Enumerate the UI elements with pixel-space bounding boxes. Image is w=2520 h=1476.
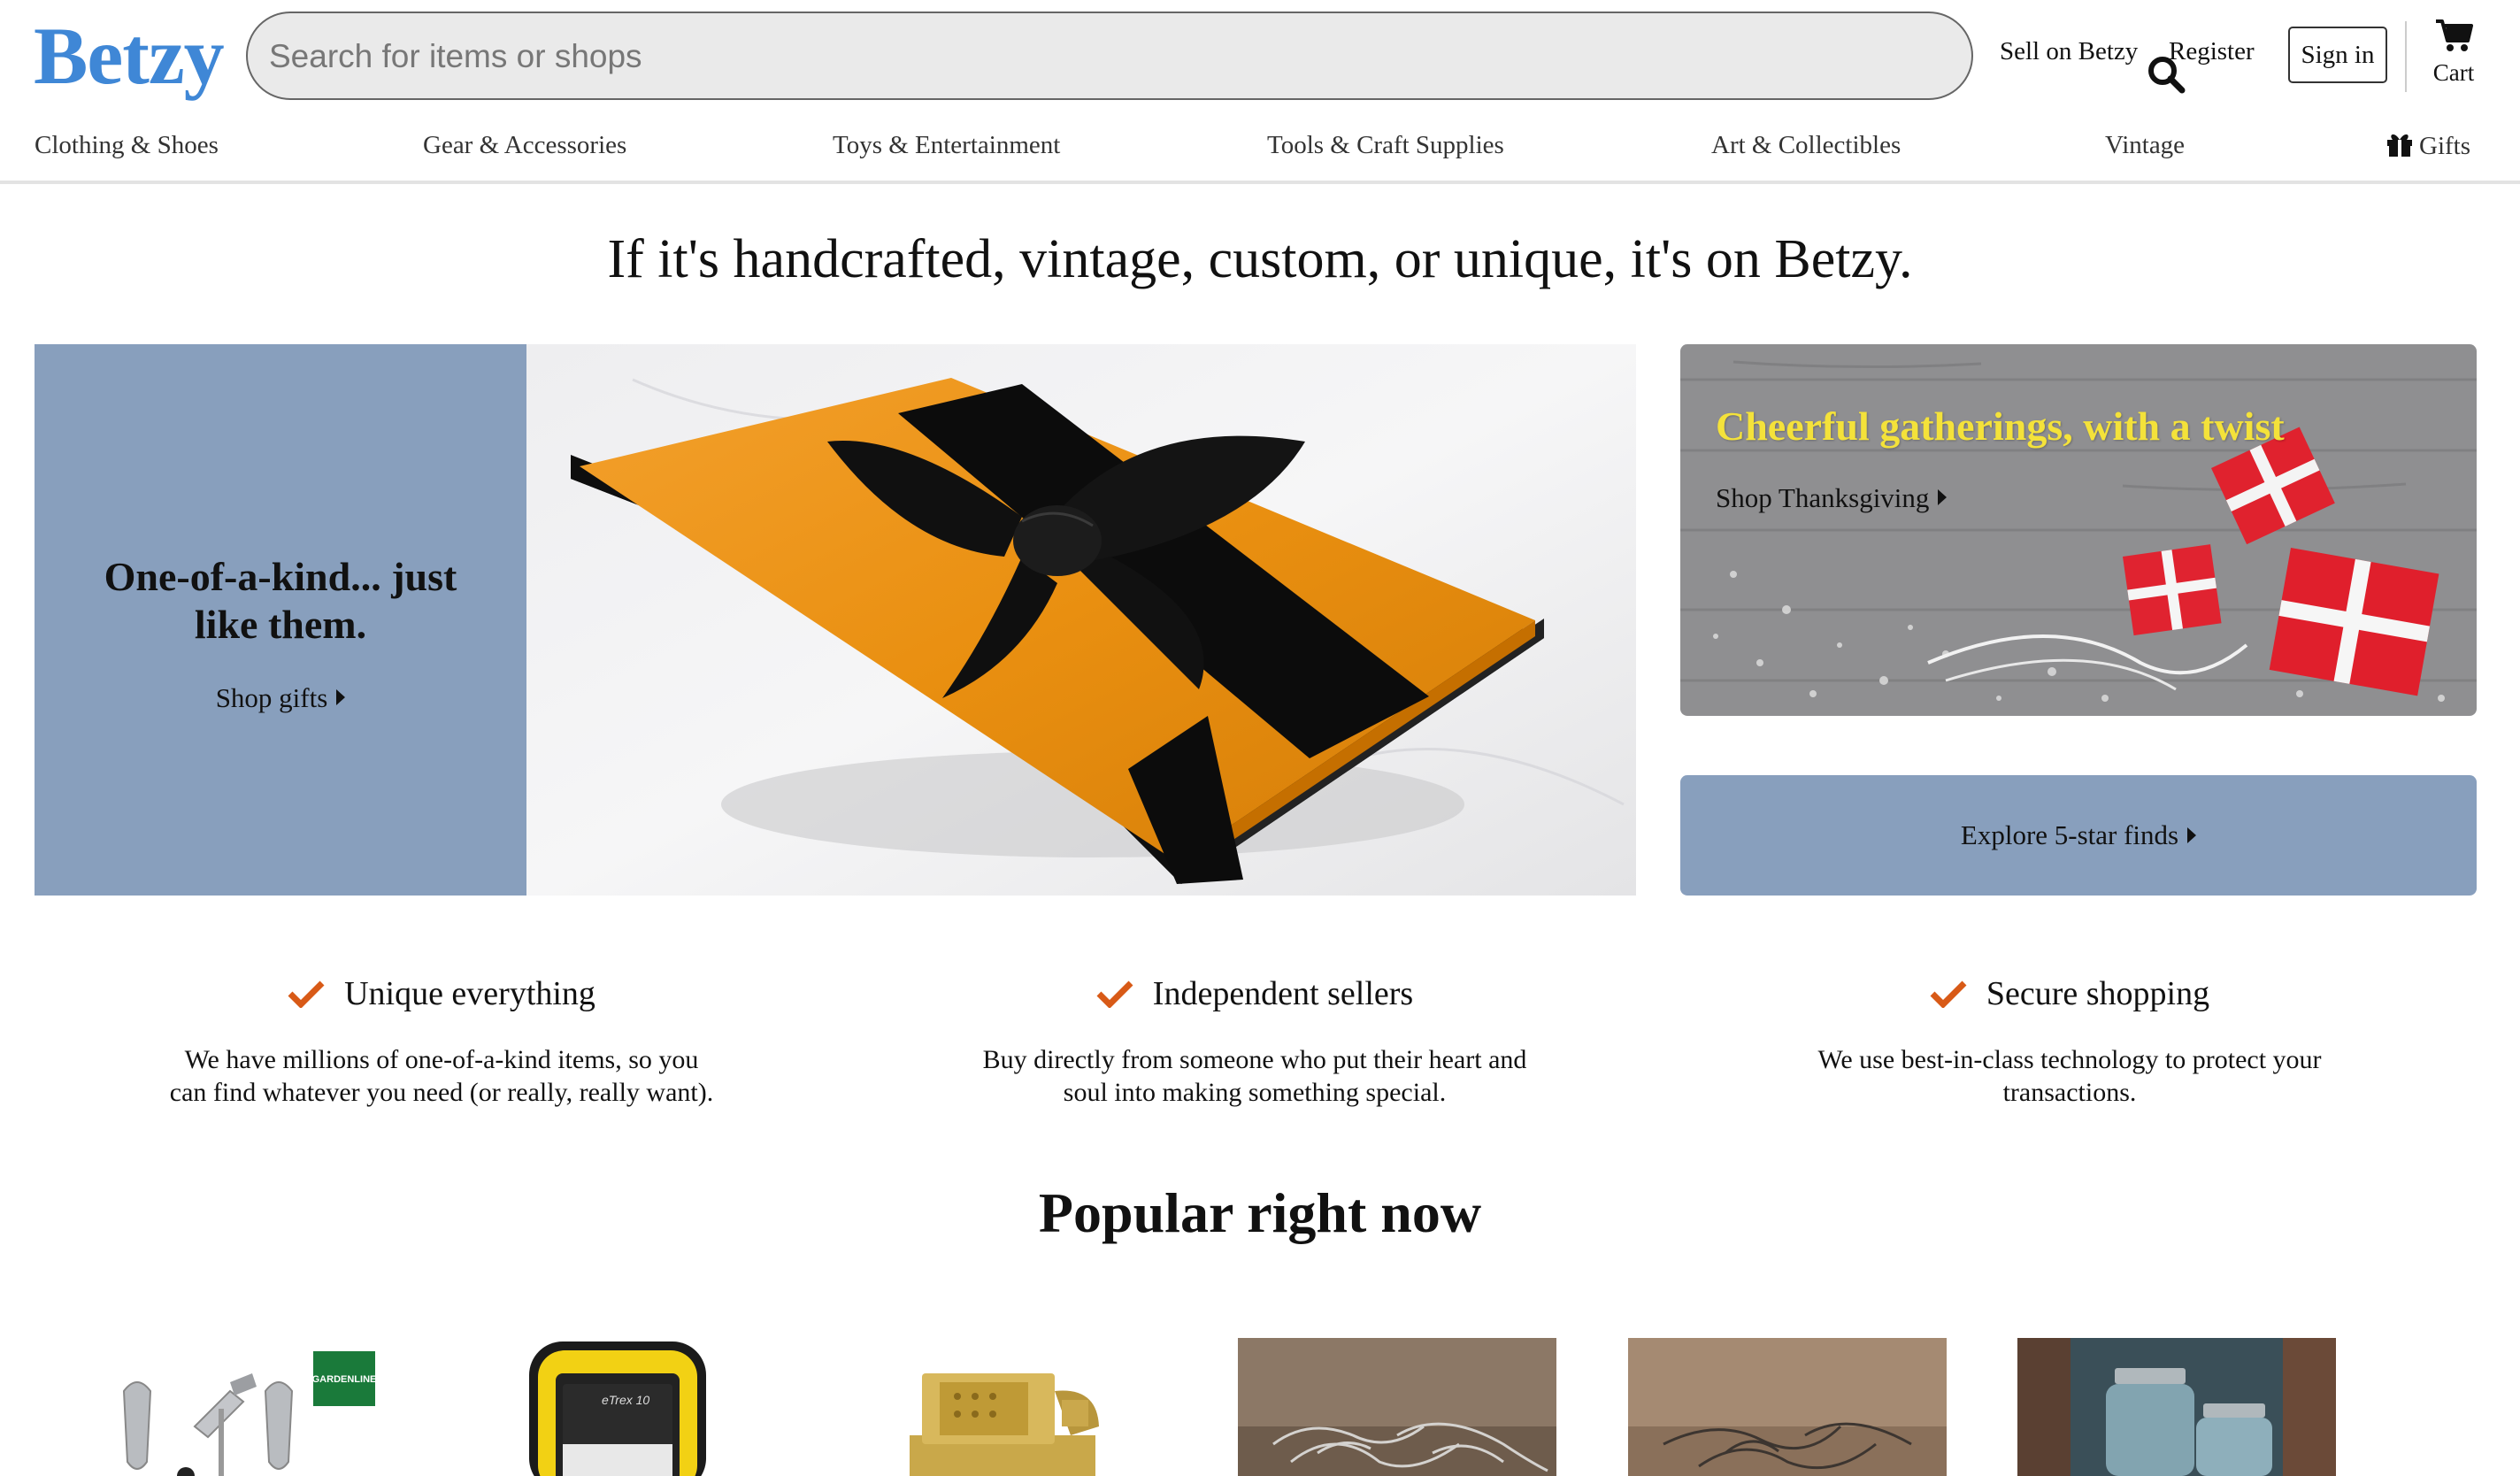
checkmark-icon xyxy=(1930,980,1967,1008)
shop-gifts-label: Shop gifts xyxy=(215,682,328,713)
thanksgiving-title: Cheerful gatherings, with a twist xyxy=(1716,404,2285,449)
category-art-collectibles[interactable]: Art & Collectibles xyxy=(1711,131,1901,160)
feature-title: Secure shopping xyxy=(1986,975,2210,1012)
checkmark-icon xyxy=(1096,980,1133,1008)
product-brass-lighter[interactable] xyxy=(858,1338,1177,1476)
logo[interactable]: Betzy xyxy=(34,9,225,103)
shop-thanksgiving-link[interactable]: Shop Thanksgiving xyxy=(1716,482,1948,514)
product-wire-sculpture[interactable] xyxy=(1238,1338,1556,1476)
caret-right-icon xyxy=(1938,489,1948,505)
feature-title: Independent sellers xyxy=(1152,975,1414,1012)
product-gps-device[interactable]: eTrex 10 xyxy=(469,1338,788,1476)
category-tools-craft[interactable]: Tools & Craft Supplies xyxy=(1267,131,1504,160)
feature-body: We use best-in-class technology to prote… xyxy=(1817,1045,2322,1107)
feature-sellers: Independent sellers Buy directly from so… xyxy=(980,969,1529,1109)
cart-button[interactable]: Cart xyxy=(2428,18,2479,96)
popular-heading: Popular right now xyxy=(1038,1181,1482,1244)
tagline: If it's handcrafted, vintage, custom, or… xyxy=(607,229,1913,289)
hero-gift-box-image[interactable] xyxy=(526,344,1636,896)
product-wire-sculpture-2[interactable] xyxy=(1628,1338,1947,1476)
svg-text:GARDENLINE: GARDENLINE xyxy=(312,1374,377,1385)
header-divider xyxy=(2405,21,2407,92)
promo-panel[interactable]: One-of-a-kind... just like them. Shop gi… xyxy=(35,344,526,896)
explore-5-star-button[interactable]: Explore 5-star finds xyxy=(1680,775,2477,896)
feature-body: Buy directly from someone who put their … xyxy=(982,1045,1527,1107)
product-garden-tools[interactable]: GARDENLINE xyxy=(97,1338,416,1476)
gift-icon xyxy=(2387,134,2412,157)
cart-icon xyxy=(2436,19,2473,51)
caret-right-icon xyxy=(336,689,346,705)
category-nav: Clothing & Shoes Gear & Accessories Toys… xyxy=(0,131,2520,170)
feature-unique: Unique everything We have millions of on… xyxy=(167,969,716,1109)
checkmark-icon xyxy=(288,980,325,1008)
feature-secure: Secure shopping We use best-in-class tec… xyxy=(1795,969,2344,1109)
register-link[interactable]: Register xyxy=(2169,37,2255,66)
cart-label: Cart xyxy=(2432,59,2475,86)
caret-right-icon xyxy=(2187,827,2197,843)
shop-gifts-link[interactable]: Shop gifts xyxy=(35,682,526,714)
category-gear-accessories[interactable]: Gear & Accessories xyxy=(423,131,626,160)
sign-in-button[interactable]: Sign in xyxy=(2288,27,2387,83)
sell-on-betzy-link[interactable]: Sell on Betzy xyxy=(2000,37,2138,66)
feature-title: Unique everything xyxy=(344,975,595,1012)
svg-text:eTrex 10: eTrex 10 xyxy=(602,1393,649,1407)
category-toys-entertainment[interactable]: Toys & Entertainment xyxy=(833,131,1060,160)
site-header: Betzy Sell on Betzy Register Sign in Car… xyxy=(0,0,2520,184)
category-clothing-shoes[interactable]: Clothing & Shoes xyxy=(35,131,219,160)
category-vintage[interactable]: Vintage xyxy=(2105,131,2185,160)
explore-5-star-label: Explore 5-star finds xyxy=(1960,819,2179,850)
category-gifts[interactable]: Gifts xyxy=(2386,131,2470,161)
thanksgiving-promo-card[interactable]: Cheerful gatherings, with a twist Shop T… xyxy=(1680,344,2477,716)
promo-title: One-of-a-kind... just like them. xyxy=(104,554,457,647)
product-mason-jars[interactable] xyxy=(2017,1338,2336,1476)
search-bar xyxy=(246,12,2186,100)
feature-body: We have millions of one-of-a-kind items,… xyxy=(169,1045,714,1107)
shop-thanksgiving-label: Shop Thanksgiving xyxy=(1716,482,1930,513)
search-input[interactable] xyxy=(269,26,1844,88)
category-gifts-label: Gifts xyxy=(2419,132,2470,160)
